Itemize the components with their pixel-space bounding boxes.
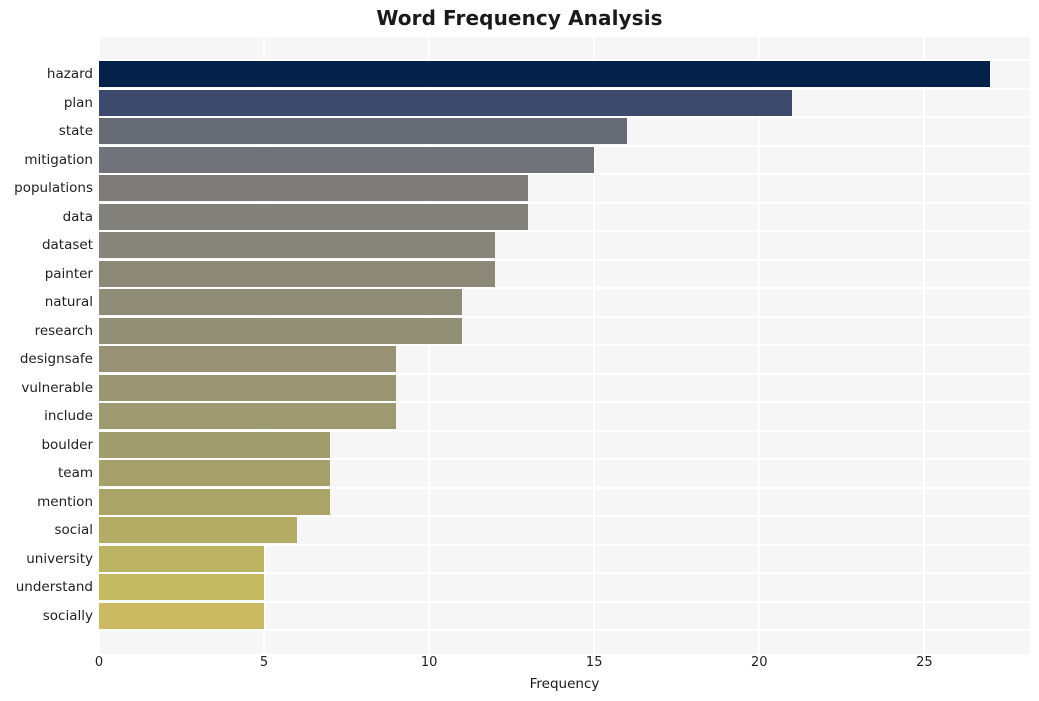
y-tick-label: boulder <box>41 437 93 453</box>
bar[interactable] <box>99 318 462 344</box>
y-tick-label: designsafe <box>19 351 93 367</box>
bar[interactable] <box>99 603 264 629</box>
bar[interactable] <box>99 147 594 173</box>
bar[interactable] <box>99 204 528 230</box>
bar[interactable] <box>99 118 627 144</box>
y-tick-label: team <box>57 465 93 481</box>
y-tick-label: data <box>62 209 93 225</box>
bar[interactable] <box>99 546 264 572</box>
bar[interactable] <box>99 489 330 515</box>
bar[interactable] <box>99 460 330 486</box>
y-tick-label: vulnerable <box>21 380 93 396</box>
bar[interactable] <box>99 403 396 429</box>
y-tick-label: hazard <box>46 66 93 82</box>
y-tick-label: mention <box>37 494 93 510</box>
x-tick-label: 5 <box>259 655 269 670</box>
bar[interactable] <box>99 90 792 116</box>
y-tick-label: include <box>44 408 93 424</box>
y-tick-label: social <box>54 522 94 538</box>
bars-layer <box>99 37 1030 654</box>
x-tick-label: 10 <box>420 655 438 670</box>
bar[interactable] <box>99 232 495 258</box>
y-tick-label: natural <box>44 294 93 310</box>
bar[interactable] <box>99 261 495 287</box>
plot-area <box>98 37 1030 654</box>
y-tick-label: plan <box>63 95 93 111</box>
y-tick-label: populations <box>14 180 93 196</box>
bar[interactable] <box>99 517 297 543</box>
bar[interactable] <box>99 175 528 201</box>
y-tick-label: socially <box>42 608 93 624</box>
word-frequency-chart-figure: Word Frequency Analysis hazard plan state m… <box>0 0 1039 701</box>
bar[interactable] <box>99 432 330 458</box>
y-tick-label: research <box>34 323 93 339</box>
x-tick-label: 20 <box>751 655 768 670</box>
y-tick-label: university <box>26 551 93 567</box>
x-axis: 0 5 10 15 20 25 <box>95 654 1030 676</box>
y-tick-label: dataset <box>41 237 93 253</box>
x-axis-title: Frequency <box>529 676 600 692</box>
y-tick-label: understand <box>15 579 93 595</box>
bar[interactable] <box>99 574 264 600</box>
y-tick-label: mitigation <box>24 152 93 168</box>
y-tick-label: state <box>58 123 93 139</box>
y-axis: hazard plan state mitigation populations data… <box>0 37 93 654</box>
y-tick-label: painter <box>44 266 93 282</box>
bar[interactable] <box>99 61 990 87</box>
x-tick-label: 0 <box>94 655 104 670</box>
bar[interactable] <box>99 289 462 315</box>
x-tick-label: 15 <box>585 655 603 670</box>
chart-title: Word Frequency Analysis <box>376 6 663 30</box>
bar[interactable] <box>99 346 396 372</box>
bar[interactable] <box>99 375 396 401</box>
x-tick-label: 25 <box>916 655 933 670</box>
